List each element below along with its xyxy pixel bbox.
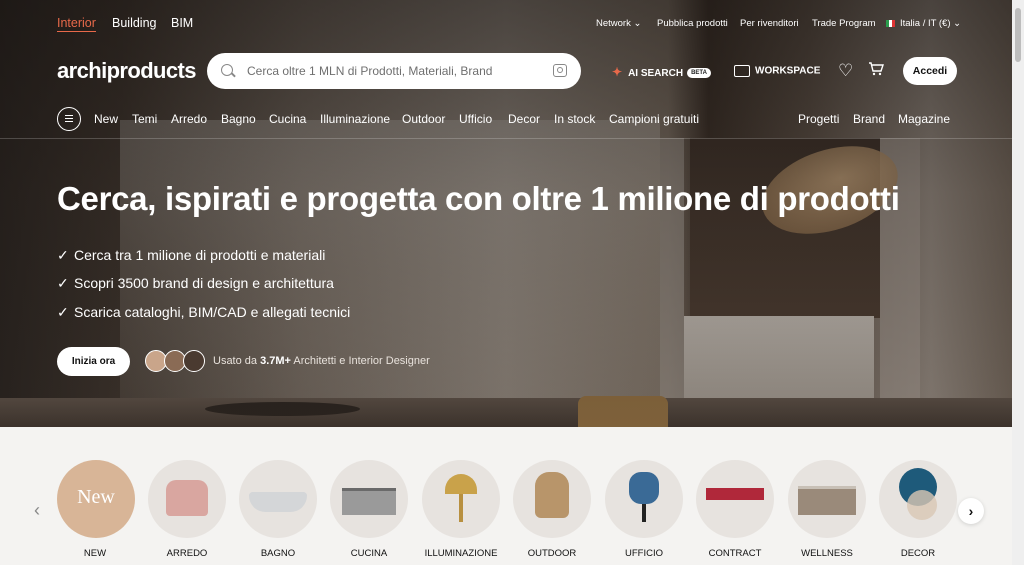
search-icon (221, 64, 233, 76)
scrollbar[interactable] (1012, 0, 1024, 565)
spa-tub-image (798, 486, 856, 515)
chevron-down-icon: ⌄ (633, 18, 642, 29)
nav-bagno[interactable]: Bagno (221, 112, 256, 126)
social-proof-suffix: Architetti e Interior Designer (290, 355, 430, 367)
locale-label: Italia / IT (€) (900, 18, 951, 29)
category-label[interactable]: OUTDOOR (502, 548, 602, 559)
category-label[interactable]: ARREDO (137, 548, 237, 559)
category-contract[interactable] (696, 460, 774, 538)
search-bar[interactable]: Cerca oltre 1 MLN di Prodotti, Materiali… (207, 53, 581, 89)
network-label: Network (596, 18, 631, 29)
nav-campioni-gratuiti[interactable]: Campioni gratuiti (609, 112, 699, 126)
italy-flag-icon (886, 19, 895, 27)
armchair-image (166, 480, 208, 516)
category-label[interactable]: DECOR (868, 548, 968, 559)
nav-brand[interactable]: Brand (853, 112, 885, 126)
category-bagno[interactable] (239, 460, 317, 538)
scrollbar-thumb[interactable] (1015, 8, 1021, 62)
category-label[interactable]: UFFICIO (594, 548, 694, 559)
nav-progetti[interactable]: Progetti (798, 112, 839, 126)
hero-bullet: ✓ Scarica cataloghi, BIM/CAD e allegati t… (57, 304, 350, 321)
bullet-text: Cerca tra 1 milione di prodotti e materi… (74, 247, 326, 263)
menu-icon[interactable] (57, 107, 81, 131)
sparkle-icon: ✦ (612, 65, 623, 79)
lamp-image (445, 474, 477, 494)
social-proof: Usato da 3.7M+ Architetti e Interior Des… (213, 355, 430, 367)
heart-icon[interactable]: ♡ (838, 61, 853, 81)
nav-decor[interactable]: Decor (508, 112, 540, 126)
locale-selector[interactable]: Italia / IT (€) ⌄ (886, 18, 961, 29)
category-illuminazione[interactable] (422, 460, 500, 538)
bullet-text: Scarica cataloghi, BIM/CAD e allegati te… (74, 304, 351, 320)
nav-magazine[interactable]: Magazine (898, 112, 950, 126)
hero-bullet: ✓ Cerca tra 1 milione di prodotti e mater… (57, 247, 325, 264)
category-arredo[interactable] (148, 460, 226, 538)
office-chair-base (642, 504, 646, 522)
chevron-down-icon: ⌄ (953, 18, 962, 29)
category-outdoor[interactable] (513, 460, 591, 538)
start-button[interactable]: Inizia ora (57, 347, 130, 376)
category-wellness[interactable] (788, 460, 866, 538)
category-label[interactable]: NEW (45, 548, 145, 559)
category-cucina[interactable] (330, 460, 408, 538)
workspace-label: WORKSPACE (755, 65, 821, 77)
bullet-text: Scopri 3500 brand di design e architettu… (74, 275, 334, 291)
lamp-stem (459, 494, 463, 522)
check-icon: ✓ (57, 304, 69, 320)
nav-in-stock[interactable]: In stock (554, 112, 595, 126)
category-label[interactable]: BAGNO (228, 548, 328, 559)
tab-interior[interactable]: Interior (57, 16, 96, 32)
nav-arredo[interactable]: Arredo (171, 112, 207, 126)
archiproducts-logo[interactable]: archiproducts (57, 58, 197, 84)
nav-outdoor[interactable]: Outdoor (402, 112, 445, 126)
social-proof-prefix: Usato da (213, 355, 261, 367)
category-label[interactable]: CONTRACT (685, 548, 785, 559)
category-new[interactable]: New (57, 460, 135, 538)
nav-cucina[interactable]: Cucina (269, 112, 306, 126)
nav-divider (0, 138, 1012, 139)
nav-new[interactable]: New (94, 112, 118, 126)
folder-icon (734, 65, 750, 77)
bench-image (706, 488, 764, 500)
new-badge: New (77, 486, 115, 508)
per-rivenditori-link[interactable]: Per rivenditori (740, 18, 799, 29)
hero-title: Cerca, ispirati e progetta con oltre 1 m… (57, 180, 900, 217)
category-label[interactable]: CUCINA (319, 548, 419, 559)
pubblica-prodotti-link[interactable]: Pubblica prodotti (657, 18, 728, 29)
decor-image-2 (907, 490, 937, 520)
category-label[interactable]: ILLUMINAZIONE (411, 548, 511, 559)
category-label[interactable]: WELLNESS (777, 548, 877, 559)
avatar (183, 350, 205, 372)
nav-ufficio[interactable]: Ufficio (459, 112, 492, 126)
bathtub-image (249, 492, 307, 512)
outdoor-chair-image (535, 472, 569, 518)
category-decor[interactable] (879, 460, 957, 538)
network-link[interactable]: Network ⌄ (596, 18, 641, 29)
cart-icon[interactable] (868, 62, 884, 76)
nav-temi[interactable]: Temi (132, 112, 157, 126)
chevron-left-icon[interactable]: ‹ (34, 500, 40, 521)
tab-building[interactable]: Building (112, 16, 156, 30)
nav-illuminazione[interactable]: Illuminazione (320, 112, 390, 126)
ai-search-button[interactable]: ✦ AI SEARCH BETA (612, 65, 711, 79)
check-icon: ✓ (57, 247, 69, 263)
search-input[interactable]: Cerca oltre 1 MLN di Prodotti, Materiali… (247, 64, 492, 78)
workspace-button[interactable]: WORKSPACE (734, 65, 820, 77)
top-bar: Interior Building BIM Network ⌄ Pubblica… (0, 0, 1012, 46)
office-chair-image (629, 472, 659, 504)
chevron-right-icon[interactable]: › (958, 498, 984, 524)
tab-bim[interactable]: BIM (171, 16, 193, 30)
check-icon: ✓ (57, 275, 69, 291)
image-search-icon[interactable] (553, 64, 567, 77)
kitchen-image (342, 488, 396, 515)
beta-badge: BETA (687, 68, 711, 79)
trade-program-link[interactable]: Trade Program (812, 18, 876, 29)
hero-bullet: ✓ Scopri 3500 brand di design e architett… (57, 275, 334, 292)
login-button[interactable]: Accedi (903, 57, 957, 85)
category-ufficio[interactable] (605, 460, 683, 538)
ai-search-label: AI SEARCH (628, 68, 684, 79)
social-proof-count: 3.7M+ (260, 355, 291, 367)
